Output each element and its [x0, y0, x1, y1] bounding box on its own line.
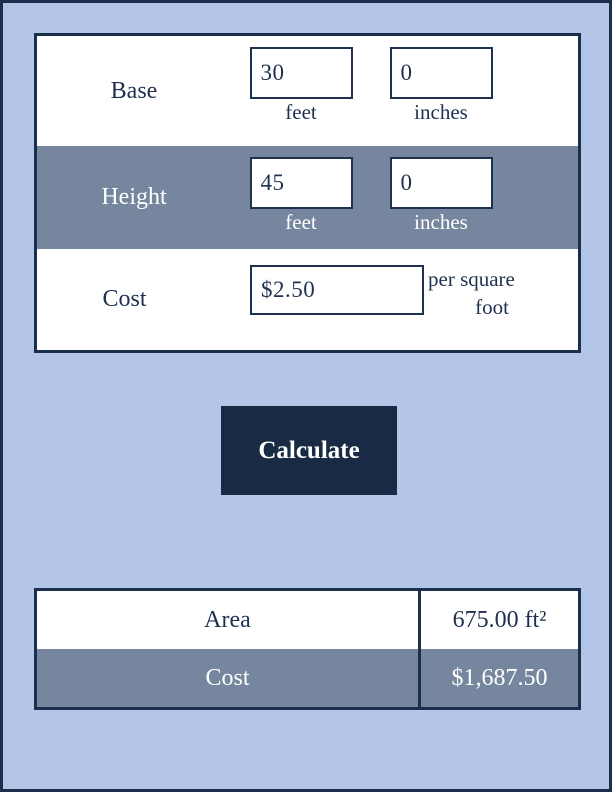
result-value-area: 675.00 ft²	[452, 606, 547, 633]
input-form-table: Base 30 feet 0 inches Height 45 feet 0 i…	[34, 33, 581, 353]
height-feet-group: 45 feet	[231, 146, 371, 249]
cost-unit-line2: foot	[475, 295, 509, 320]
calculator-page: Base 30 feet 0 inches Height 45 feet 0 i…	[3, 3, 609, 789]
base-inches-group: 0 inches	[371, 36, 511, 146]
table-row-cost: Cost $2.50 per square foot	[37, 249, 578, 350]
cost-input-wrapper: $2.50	[250, 265, 424, 315]
cost-per-sqft-input[interactable]: $2.50	[250, 265, 424, 315]
row-label-base: Base	[110, 77, 158, 104]
base-feet-group: 30 feet	[231, 36, 371, 146]
row-label-height: Height	[101, 184, 167, 210]
results-table: Area 675.00 ft² Cost $1,687.50	[34, 588, 581, 710]
height-inches-group: 0 inches	[371, 146, 511, 249]
cost-fields-group: $2.50 per square foot	[212, 249, 578, 350]
table-row-area-result: Area 675.00 ft²	[37, 591, 578, 649]
result-label-cost: Cost	[37, 649, 421, 707]
height-inches-unit-label: inches	[414, 210, 468, 234]
cost-unit-label: per square foot	[428, 265, 578, 322]
height-feet-input[interactable]: 45	[249, 157, 353, 209]
base-feet-unit-label: feet	[285, 100, 317, 124]
table-row-cost-result: Cost $1,687.50	[37, 649, 578, 707]
result-value-cost: $1,687.50	[451, 664, 548, 691]
calculate-button[interactable]: Calculate	[221, 406, 397, 495]
table-row-height: Height 45 feet 0 inches	[37, 146, 578, 249]
result-label-area: Area	[37, 591, 421, 649]
row-label-cost: Cost	[102, 286, 147, 312]
cost-unit-line1: per square	[428, 267, 515, 291]
base-feet-input[interactable]: 30	[249, 47, 353, 99]
height-inches-input[interactable]: 0	[389, 157, 493, 209]
base-inches-unit-label: inches	[414, 100, 468, 124]
height-feet-unit-label: feet	[285, 210, 317, 234]
base-inches-input[interactable]: 0	[389, 47, 493, 99]
table-row-base: Base 30 feet 0 inches	[37, 36, 578, 146]
